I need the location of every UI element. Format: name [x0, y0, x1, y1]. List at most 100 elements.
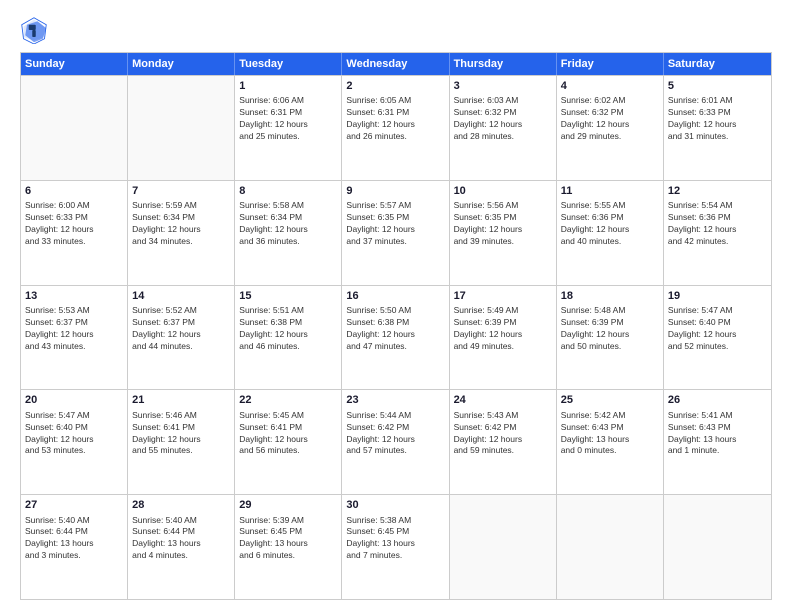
sunrise-text: Sunrise: 5:49 AM — [454, 305, 552, 317]
sunrise-text: Sunrise: 5:42 AM — [561, 410, 659, 422]
daylight-text: Daylight: 12 hours — [561, 329, 659, 341]
daylight-text: Daylight: 12 hours — [668, 119, 767, 131]
daylight-minutes: and 26 minutes. — [346, 131, 444, 143]
sunrise-text: Sunrise: 5:38 AM — [346, 515, 444, 527]
sunrise-text: Sunrise: 5:50 AM — [346, 305, 444, 317]
daylight-minutes: and 3 minutes. — [25, 550, 123, 562]
calendar-cell: 5 Sunrise: 6:01 AM Sunset: 6:33 PM Dayli… — [664, 76, 771, 180]
daylight-minutes: and 7 minutes. — [346, 550, 444, 562]
daylight-text: Daylight: 12 hours — [25, 329, 123, 341]
calendar-header-cell: Saturday — [664, 53, 771, 75]
daylight-text: Daylight: 12 hours — [239, 329, 337, 341]
sunset-text: Sunset: 6:40 PM — [668, 317, 767, 329]
daylight-minutes: and 39 minutes. — [454, 236, 552, 248]
day-number: 2 — [346, 79, 444, 94]
daylight-text: Daylight: 13 hours — [668, 434, 767, 446]
sunrise-text: Sunrise: 6:05 AM — [346, 95, 444, 107]
logo-icon — [20, 16, 48, 44]
calendar-cell: 18 Sunrise: 5:48 AM Sunset: 6:39 PM Dayl… — [557, 286, 664, 390]
sunrise-text: Sunrise: 5:59 AM — [132, 200, 230, 212]
day-number: 28 — [132, 498, 230, 513]
sunrise-text: Sunrise: 5:39 AM — [239, 515, 337, 527]
daylight-text: Daylight: 12 hours — [239, 119, 337, 131]
day-number: 3 — [454, 79, 552, 94]
daylight-text: Daylight: 12 hours — [668, 329, 767, 341]
daylight-minutes: and 53 minutes. — [25, 445, 123, 457]
calendar-cell: 27 Sunrise: 5:40 AM Sunset: 6:44 PM Dayl… — [21, 495, 128, 599]
sunset-text: Sunset: 6:39 PM — [454, 317, 552, 329]
daylight-minutes: and 47 minutes. — [346, 341, 444, 353]
day-number: 6 — [25, 184, 123, 199]
calendar-cell: 9 Sunrise: 5:57 AM Sunset: 6:35 PM Dayli… — [342, 181, 449, 285]
daylight-text: Daylight: 12 hours — [132, 329, 230, 341]
calendar-cell — [128, 76, 235, 180]
sunrise-text: Sunrise: 5:55 AM — [561, 200, 659, 212]
calendar-header-cell: Wednesday — [342, 53, 449, 75]
day-number: 17 — [454, 289, 552, 304]
day-number: 22 — [239, 393, 337, 408]
calendar-header-cell: Thursday — [450, 53, 557, 75]
calendar-body: 1 Sunrise: 6:06 AM Sunset: 6:31 PM Dayli… — [21, 75, 771, 599]
daylight-minutes: and 6 minutes. — [239, 550, 337, 562]
daylight-text: Daylight: 12 hours — [454, 434, 552, 446]
daylight-text: Daylight: 12 hours — [239, 224, 337, 236]
daylight-text: Daylight: 13 hours — [239, 538, 337, 550]
daylight-minutes: and 4 minutes. — [132, 550, 230, 562]
logo — [20, 16, 52, 44]
daylight-minutes: and 50 minutes. — [561, 341, 659, 353]
daylight-text: Daylight: 12 hours — [561, 119, 659, 131]
sunrise-text: Sunrise: 6:06 AM — [239, 95, 337, 107]
sunrise-text: Sunrise: 6:01 AM — [668, 95, 767, 107]
day-number: 24 — [454, 393, 552, 408]
daylight-text: Daylight: 13 hours — [346, 538, 444, 550]
sunset-text: Sunset: 6:33 PM — [668, 107, 767, 119]
calendar-cell: 28 Sunrise: 5:40 AM Sunset: 6:44 PM Dayl… — [128, 495, 235, 599]
daylight-text: Daylight: 12 hours — [25, 434, 123, 446]
daylight-text: Daylight: 12 hours — [346, 329, 444, 341]
sunset-text: Sunset: 6:34 PM — [239, 212, 337, 224]
calendar-cell: 10 Sunrise: 5:56 AM Sunset: 6:35 PM Dayl… — [450, 181, 557, 285]
calendar-row: 20 Sunrise: 5:47 AM Sunset: 6:40 PM Dayl… — [21, 389, 771, 494]
sunset-text: Sunset: 6:39 PM — [561, 317, 659, 329]
sunrise-text: Sunrise: 5:53 AM — [25, 305, 123, 317]
daylight-minutes: and 31 minutes. — [668, 131, 767, 143]
day-number: 10 — [454, 184, 552, 199]
calendar-cell — [21, 76, 128, 180]
daylight-text: Daylight: 12 hours — [454, 119, 552, 131]
sunset-text: Sunset: 6:42 PM — [454, 422, 552, 434]
calendar-cell: 15 Sunrise: 5:51 AM Sunset: 6:38 PM Dayl… — [235, 286, 342, 390]
sunset-text: Sunset: 6:36 PM — [668, 212, 767, 224]
daylight-minutes: and 43 minutes. — [25, 341, 123, 353]
calendar-header-cell: Friday — [557, 53, 664, 75]
daylight-minutes: and 46 minutes. — [239, 341, 337, 353]
sunset-text: Sunset: 6:31 PM — [346, 107, 444, 119]
sunset-text: Sunset: 6:32 PM — [561, 107, 659, 119]
sunrise-text: Sunrise: 5:47 AM — [25, 410, 123, 422]
daylight-minutes: and 42 minutes. — [668, 236, 767, 248]
daylight-text: Daylight: 13 hours — [132, 538, 230, 550]
day-number: 23 — [346, 393, 444, 408]
calendar-cell: 12 Sunrise: 5:54 AM Sunset: 6:36 PM Dayl… — [664, 181, 771, 285]
sunset-text: Sunset: 6:40 PM — [25, 422, 123, 434]
daylight-minutes: and 52 minutes. — [668, 341, 767, 353]
page: SundayMondayTuesdayWednesdayThursdayFrid… — [0, 0, 792, 612]
calendar-cell — [450, 495, 557, 599]
sunrise-text: Sunrise: 5:46 AM — [132, 410, 230, 422]
calendar-cell: 21 Sunrise: 5:46 AM Sunset: 6:41 PM Dayl… — [128, 390, 235, 494]
calendar-cell: 8 Sunrise: 5:58 AM Sunset: 6:34 PM Dayli… — [235, 181, 342, 285]
calendar-cell: 20 Sunrise: 5:47 AM Sunset: 6:40 PM Dayl… — [21, 390, 128, 494]
day-number: 8 — [239, 184, 337, 199]
sunset-text: Sunset: 6:44 PM — [25, 526, 123, 538]
daylight-text: Daylight: 12 hours — [25, 224, 123, 236]
day-number: 1 — [239, 79, 337, 94]
sunrise-text: Sunrise: 5:40 AM — [132, 515, 230, 527]
sunset-text: Sunset: 6:37 PM — [25, 317, 123, 329]
day-number: 29 — [239, 498, 337, 513]
calendar-header-cell: Tuesday — [235, 53, 342, 75]
day-number: 25 — [561, 393, 659, 408]
sunrise-text: Sunrise: 5:40 AM — [25, 515, 123, 527]
calendar-cell: 17 Sunrise: 5:49 AM Sunset: 6:39 PM Dayl… — [450, 286, 557, 390]
daylight-minutes: and 34 minutes. — [132, 236, 230, 248]
sunset-text: Sunset: 6:43 PM — [668, 422, 767, 434]
sunset-text: Sunset: 6:45 PM — [239, 526, 337, 538]
